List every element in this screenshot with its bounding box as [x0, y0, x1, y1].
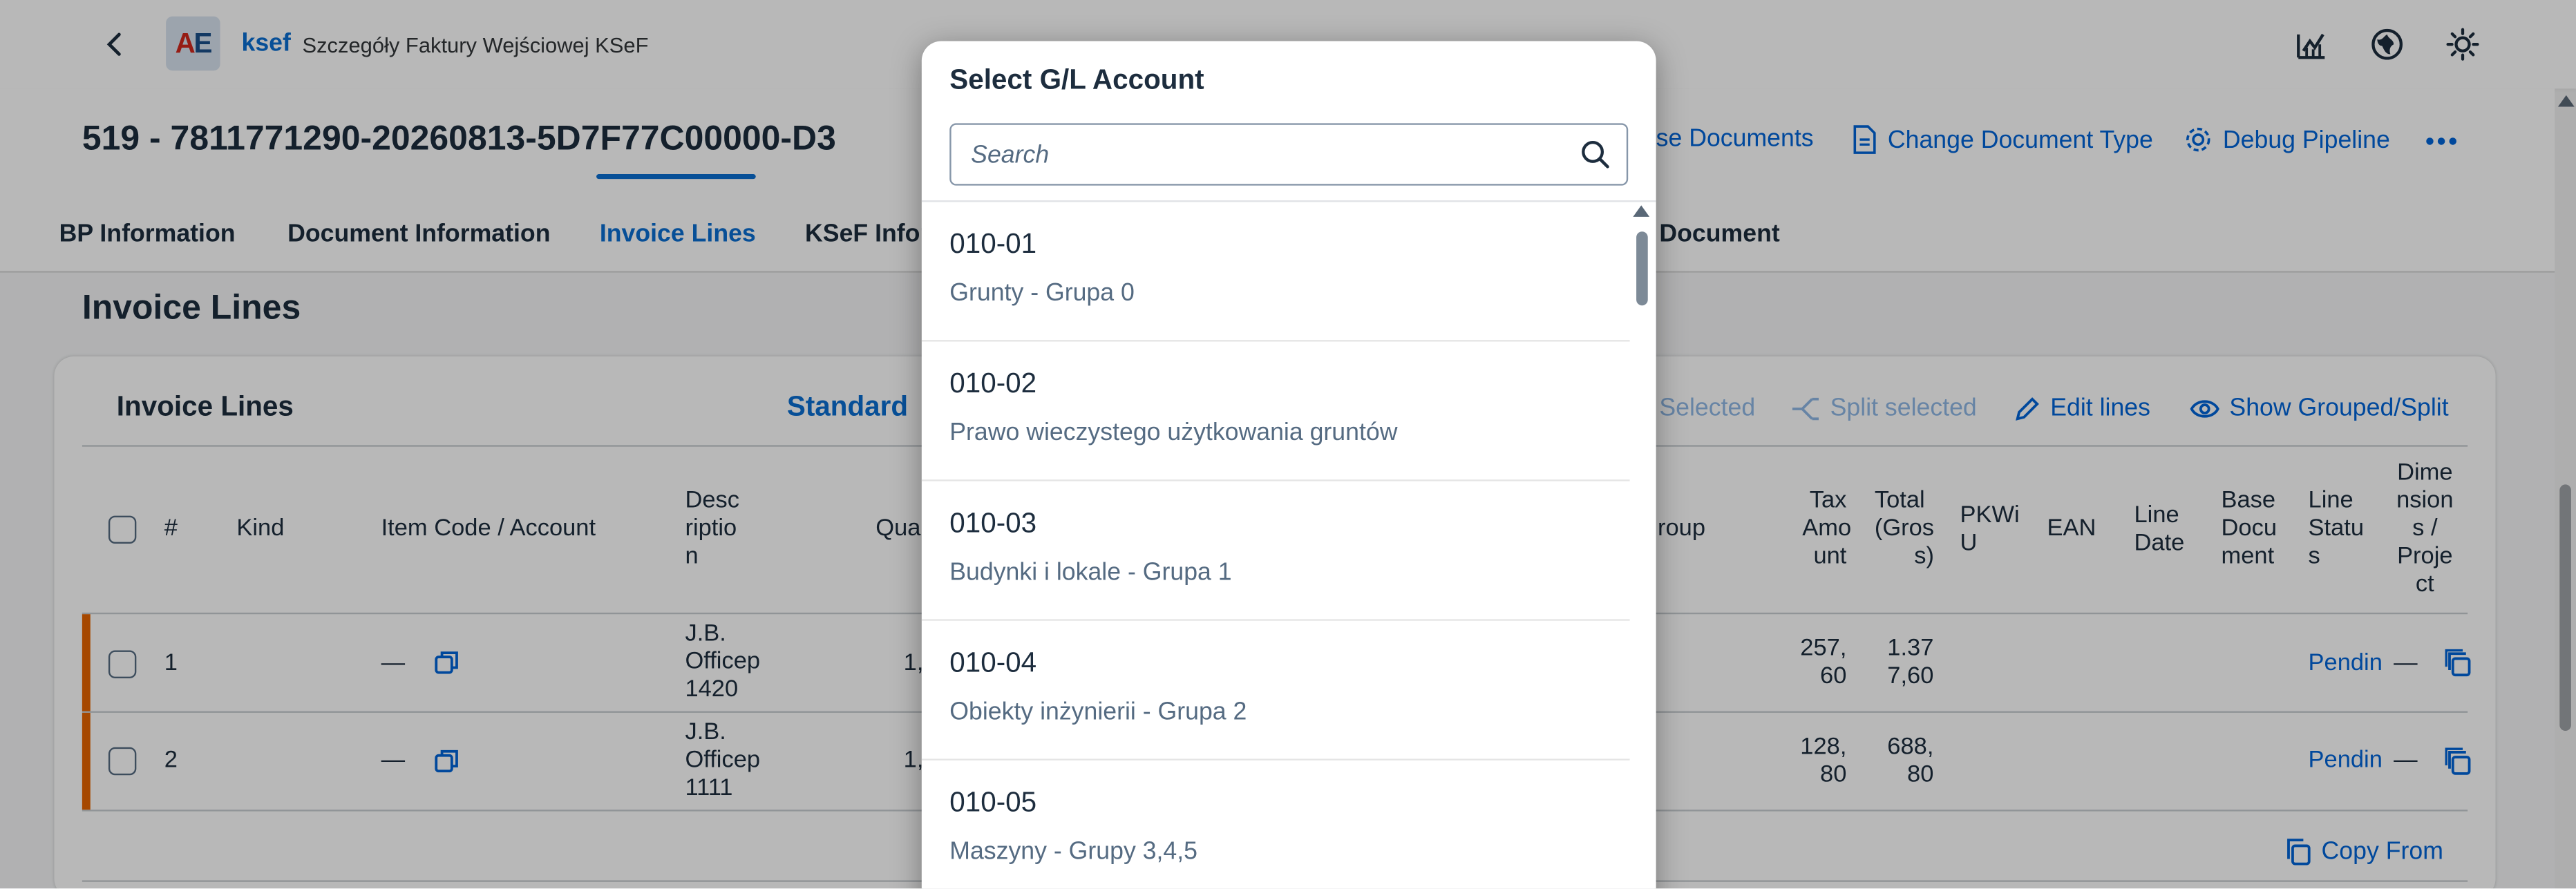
list-item-name: Obiekty inżynierii - Grupa 2: [949, 698, 1247, 726]
list-item-code: 010-03: [949, 507, 1037, 539]
list-item-name: Grunty - Grupa 0: [949, 279, 1135, 307]
list-item[interactable]: 010-04 Obiekty inżynierii - Grupa 2: [921, 621, 1630, 761]
list-item-code: 010-02: [949, 367, 1037, 399]
list-item-name: Budynki i lokale - Grupa 1: [949, 558, 1232, 586]
list-item[interactable]: 010-03 Budynki i lokale - Grupa 1: [921, 481, 1630, 621]
gl-account-list: 010-01 Grunty - Grupa 0 010-02 Prawo wie…: [921, 202, 1630, 888]
list-item-name: Maszyny - Grupy 3,4,5: [949, 837, 1198, 866]
list-item[interactable]: 010-02 Prawo wieczystego użytkowania gru…: [921, 342, 1630, 481]
dialog-title: Select G/L Account: [949, 64, 1204, 95]
list-item-name: Prawo wieczystego użytkowania gruntów: [949, 419, 1398, 447]
search-icon[interactable]: [1580, 140, 1610, 169]
select-gl-account-dialog: Select G/L Account 010-01 Grunty - Grupa…: [921, 41, 1656, 889]
list-scrollbar-thumb[interactable]: [1636, 231, 1648, 306]
search-field[interactable]: [949, 123, 1629, 186]
app-root: AE ksef Szczegóły Faktury Wejściowej KSe…: [0, 0, 2576, 889]
list-item[interactable]: 010-01 Grunty - Grupa 0: [921, 202, 1630, 342]
viewport: AE ksef Szczegóły Faktury Wejściowej KSe…: [0, 0, 2576, 889]
list-item-code: 010-04: [949, 647, 1037, 678]
list-scroll-up-arrow[interactable]: [1633, 205, 1650, 217]
list-item-code: 010-01: [949, 228, 1037, 260]
list-item-code: 010-05: [949, 786, 1037, 819]
search-input[interactable]: [971, 124, 1563, 184]
list-item[interactable]: 010-05 Maszyny - Grupy 3,4,5: [922, 761, 1630, 888]
